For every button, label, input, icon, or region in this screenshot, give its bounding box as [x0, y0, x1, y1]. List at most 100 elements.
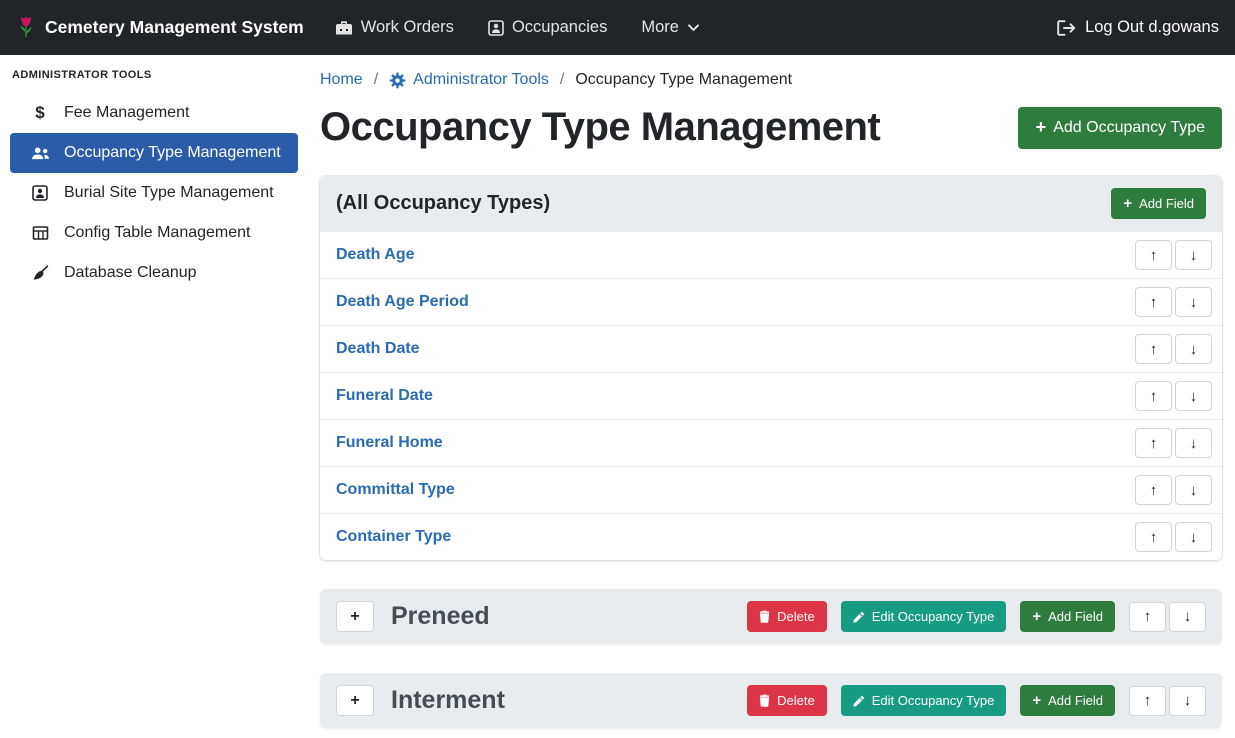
plus-icon: + [1035, 120, 1046, 135]
move-down-button[interactable]: ↓ [1175, 428, 1212, 458]
sidebar-item-label: Occupancy Type Management [64, 144, 281, 162]
move-down-button[interactable]: ↓ [1175, 475, 1212, 505]
nav-more[interactable]: More [624, 18, 717, 37]
field-link-death-date[interactable]: Death Date [336, 340, 420, 358]
expand-button[interactable]: + [336, 601, 374, 632]
sidebar-item-occupancy-type-management[interactable]: Occupancy Type Management [10, 133, 298, 173]
users-icon [30, 146, 50, 161]
delete-button[interactable]: Delete [747, 601, 827, 632]
nav-work-orders[interactable]: Work Orders [318, 18, 471, 37]
edit-occupancy-type-label: Edit Occupancy Type [872, 694, 995, 707]
arrow-down-icon: ↓ [1190, 294, 1198, 311]
add-field-button[interactable]: + Add Field [1020, 685, 1115, 716]
move-down-button[interactable]: ↓ [1175, 522, 1212, 552]
field-row: Committal Type ↑ ↓ [320, 466, 1222, 513]
section-actions: Delete Edit Occupancy Type + Add Field ↑… [747, 685, 1206, 716]
field-row: Funeral Date ↑ ↓ [320, 372, 1222, 419]
dollar-icon: $ [30, 103, 50, 123]
breadcrumb: Home / Administrat [320, 71, 1222, 89]
delete-button[interactable]: Delete [747, 685, 827, 716]
sidebar-item-burial-site-type-management[interactable]: Burial Site Type Management [0, 173, 308, 213]
sidebar-item-fee-management[interactable]: $ Fee Management [0, 93, 308, 133]
trash-icon [759, 610, 770, 623]
move-up-button[interactable]: ↑ [1129, 686, 1166, 716]
breadcrumb-home[interactable]: Home [320, 71, 363, 89]
trash-icon [759, 694, 770, 707]
edit-occupancy-type-button[interactable]: Edit Occupancy Type [841, 685, 1007, 716]
add-occupancy-type-button[interactable]: + Add Occupancy Type [1018, 107, 1222, 149]
move-down-button[interactable]: ↓ [1175, 287, 1212, 317]
broom-icon [30, 265, 50, 281]
breadcrumb-admin-tools-label: Administrator Tools [413, 71, 549, 89]
expand-button[interactable]: + [336, 685, 374, 716]
logout-link[interactable]: Log Out d.gowans [1057, 18, 1219, 37]
move-up-button[interactable]: ↑ [1135, 334, 1172, 364]
sidebar-item-label: Database Cleanup [64, 264, 197, 282]
occupancy-person-frame-icon [488, 20, 504, 36]
field-link-funeral-home[interactable]: Funeral Home [336, 434, 443, 452]
reorder-controls: ↑ ↓ [1135, 240, 1212, 270]
arrow-up-icon: ↑ [1150, 341, 1158, 358]
move-up-button[interactable]: ↑ [1135, 381, 1172, 411]
field-row: Death Date ↑ ↓ [320, 325, 1222, 372]
reorder-controls: ↑ ↓ [1129, 686, 1206, 716]
nav-more-label: More [641, 18, 679, 37]
arrow-up-icon: ↑ [1144, 692, 1152, 709]
nav-occupancies[interactable]: Occupancies [471, 18, 624, 37]
field-link-funeral-date[interactable]: Funeral Date [336, 387, 433, 405]
move-down-button[interactable]: ↓ [1169, 602, 1206, 632]
field-link-committal-type[interactable]: Committal Type [336, 481, 455, 499]
move-down-button[interactable]: ↓ [1169, 686, 1206, 716]
page-title: Occupancy Type Management [320, 105, 880, 150]
arrow-up-icon: ↑ [1150, 482, 1158, 499]
reorder-controls: ↑ ↓ [1135, 428, 1212, 458]
plus-icon: + [1032, 695, 1041, 707]
nav-occupancies-label: Occupancies [512, 18, 607, 37]
arrow-down-icon: ↓ [1190, 529, 1198, 546]
arrow-up-icon: ↑ [1150, 529, 1158, 546]
breadcrumb-administrator-tools[interactable]: Administrator Tools [389, 71, 549, 89]
delete-label: Delete [777, 610, 815, 623]
move-up-button[interactable]: ↑ [1135, 240, 1172, 270]
sidebar-item-database-cleanup[interactable]: Database Cleanup [0, 253, 308, 293]
arrow-up-icon: ↑ [1150, 435, 1158, 452]
all-occupancy-types-title: (All Occupancy Types) [336, 192, 550, 215]
move-up-button[interactable]: ↑ [1129, 602, 1166, 632]
add-field-button[interactable]: + Add Field [1020, 601, 1115, 632]
occupancy-type-title: Preneed [391, 602, 490, 631]
burial-site-icon [30, 185, 50, 201]
reorder-controls: ↑ ↓ [1135, 334, 1212, 364]
all-occupancy-types-card: (All Occupancy Types) + Add Field Death … [320, 176, 1222, 560]
edit-occupancy-type-button[interactable]: Edit Occupancy Type [841, 601, 1007, 632]
sidebar-item-config-table-management[interactable]: Config Table Management [0, 213, 308, 253]
plus-icon: + [1123, 198, 1132, 210]
field-row: Container Type ↑ ↓ [320, 513, 1222, 560]
pencil-icon [853, 611, 865, 623]
move-up-button[interactable]: ↑ [1135, 287, 1172, 317]
all-occupancy-types-header: (All Occupancy Types) + Add Field [320, 176, 1222, 231]
breadcrumb-separator: / [374, 71, 378, 89]
move-up-button[interactable]: ↑ [1135, 428, 1172, 458]
arrow-down-icon: ↓ [1190, 435, 1198, 452]
app-title: Cemetery Management System [45, 17, 304, 38]
toolbox-icon [335, 20, 353, 36]
move-down-button[interactable]: ↓ [1175, 381, 1212, 411]
arrow-up-icon: ↑ [1150, 388, 1158, 405]
field-link-container-type[interactable]: Container Type [336, 528, 451, 546]
section-actions: Delete Edit Occupancy Type + Add Field ↑… [747, 601, 1206, 632]
add-field-label: Add Field [1139, 197, 1194, 210]
field-link-death-age[interactable]: Death Age [336, 246, 415, 264]
add-field-button[interactable]: + Add Field [1111, 188, 1206, 219]
arrow-down-icon: ↓ [1184, 608, 1192, 625]
move-up-button[interactable]: ↑ [1135, 522, 1172, 552]
app-brand[interactable]: Cemetery Management System [16, 14, 304, 42]
logout-icon [1057, 20, 1076, 36]
field-link-death-age-period[interactable]: Death Age Period [336, 293, 469, 311]
move-down-button[interactable]: ↓ [1175, 240, 1212, 270]
plus-icon: + [1032, 611, 1041, 623]
table-icon [30, 225, 50, 241]
arrow-down-icon: ↓ [1184, 692, 1192, 709]
move-down-button[interactable]: ↓ [1175, 334, 1212, 364]
reorder-controls: ↑ ↓ [1129, 602, 1206, 632]
move-up-button[interactable]: ↑ [1135, 475, 1172, 505]
